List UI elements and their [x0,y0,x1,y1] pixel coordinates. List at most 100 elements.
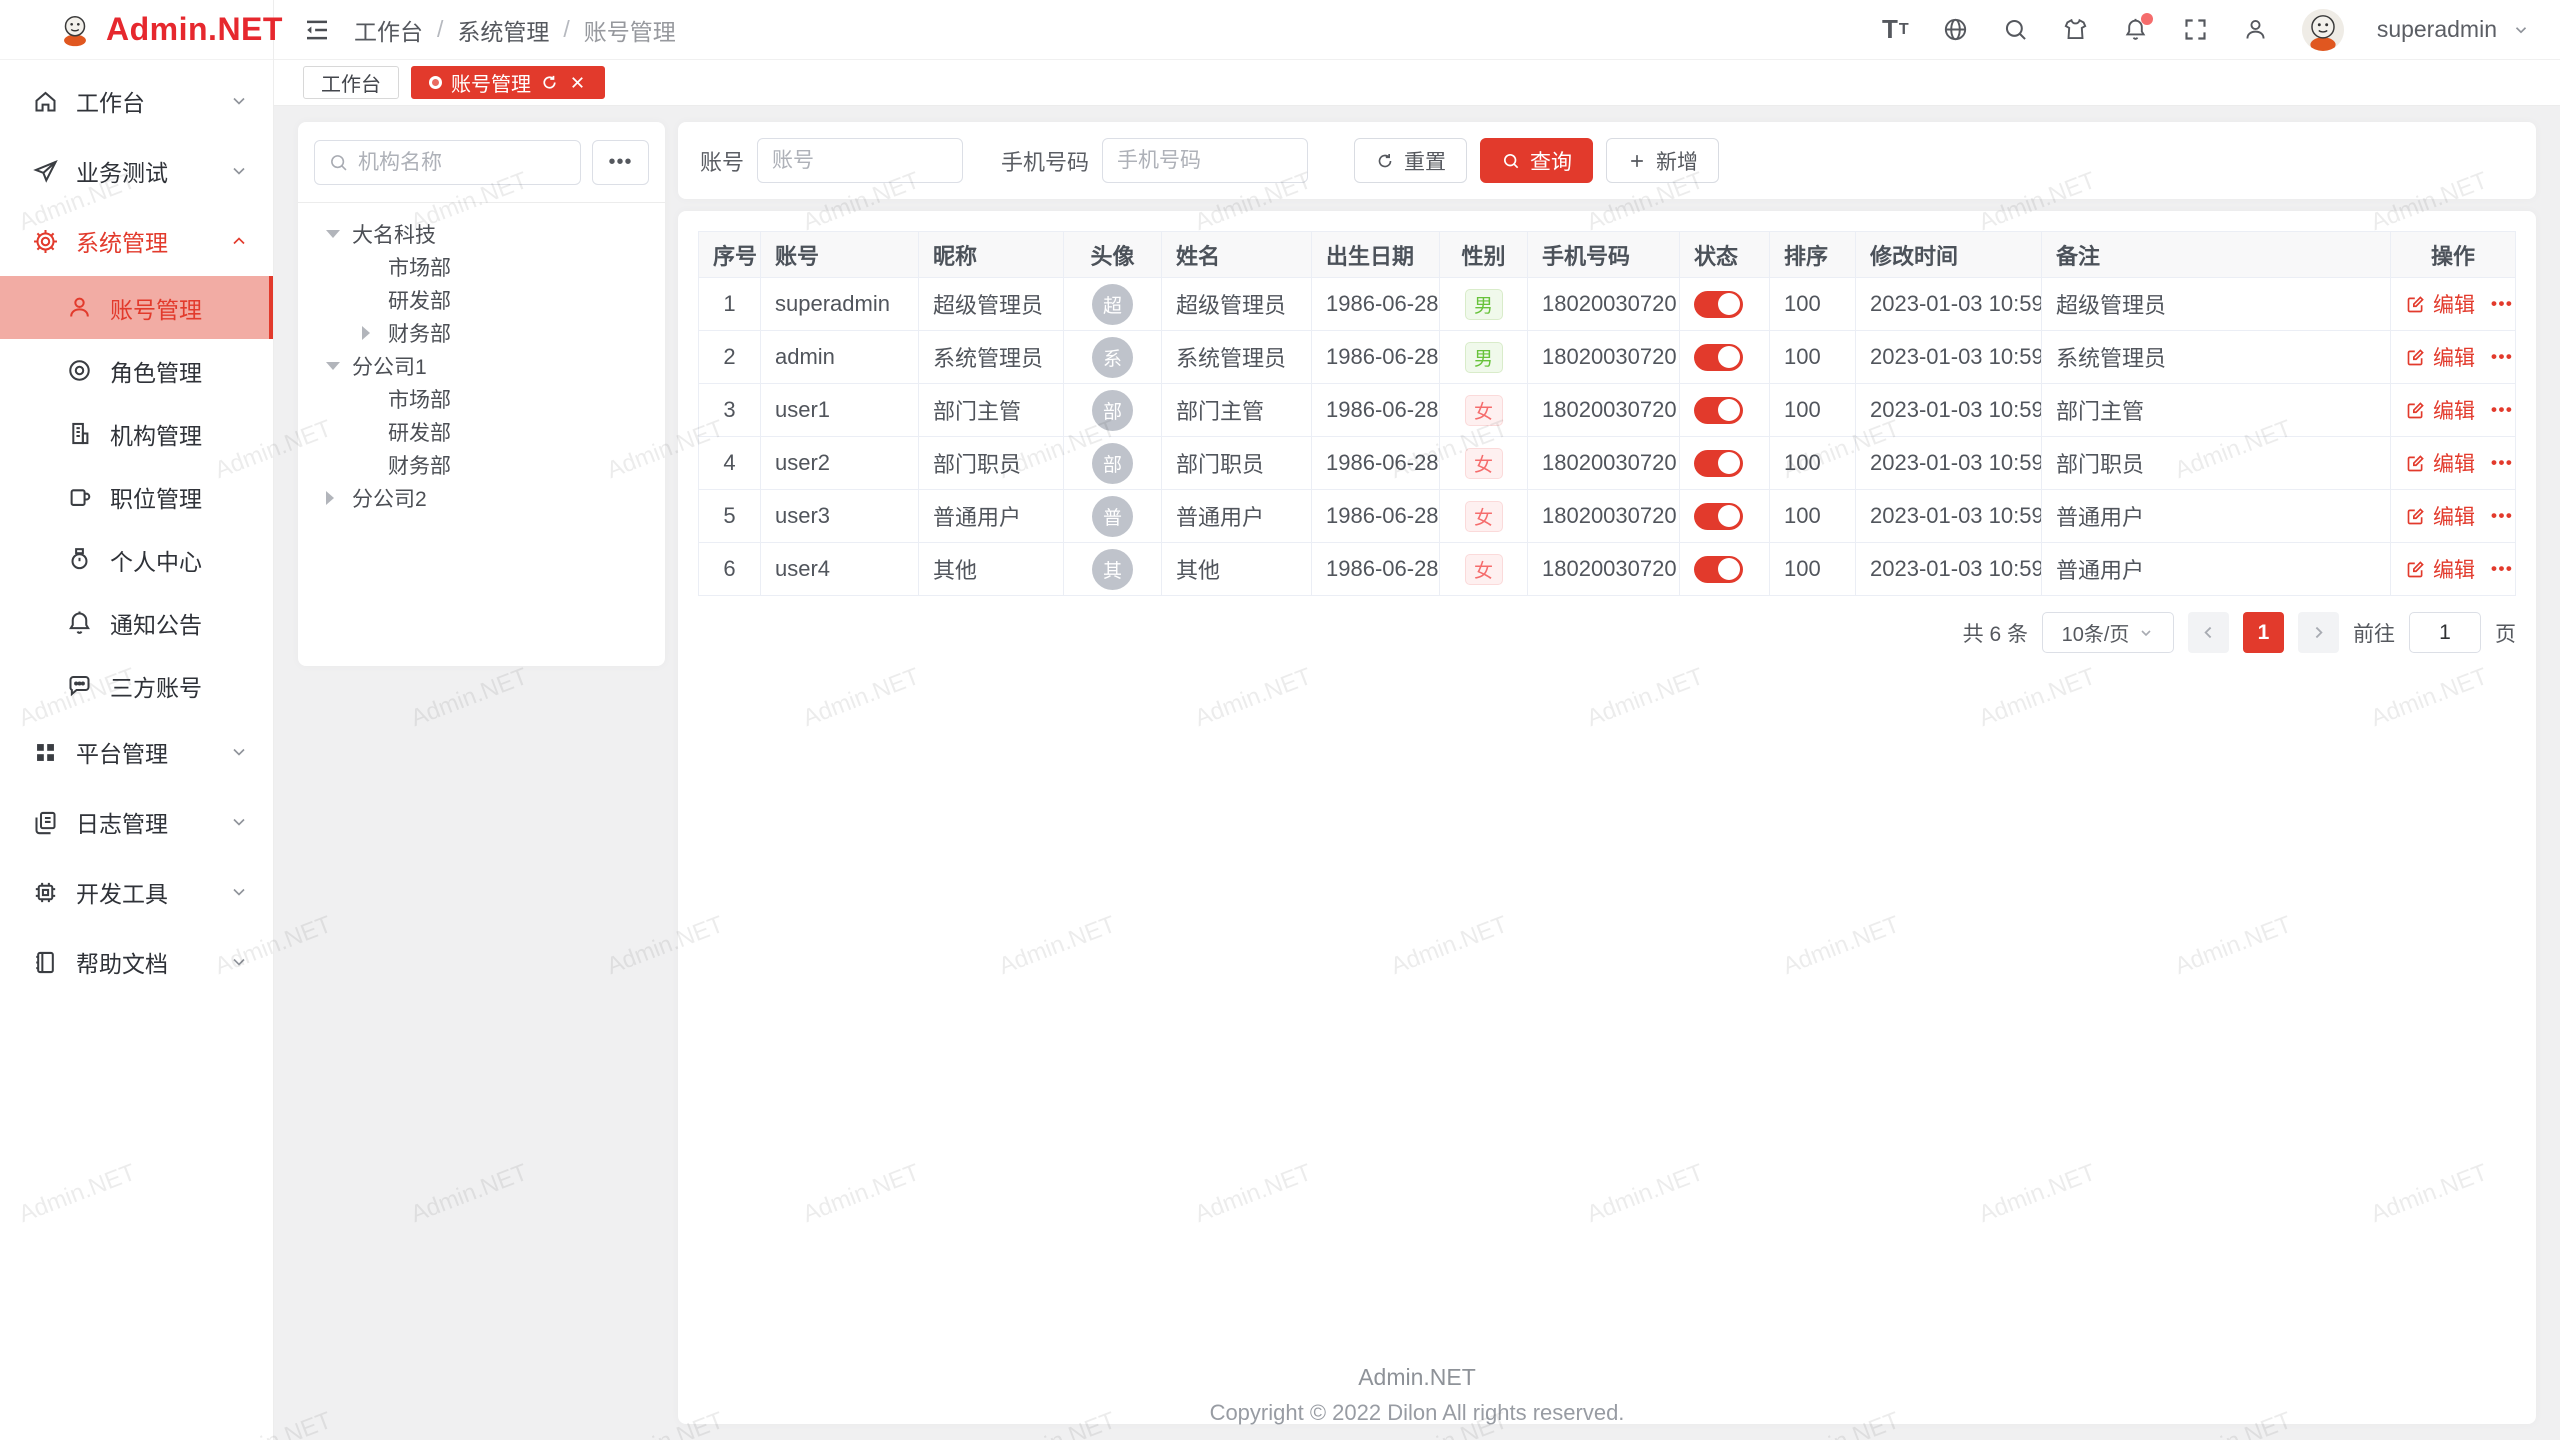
tree-node[interactable]: 研发部 [314,415,649,448]
sidebar-item-role-mgmt[interactable]: 角色管理 [0,339,273,402]
tree-node[interactable]: 财务部 [314,316,649,349]
fullscreen-icon[interactable] [2182,16,2209,43]
edit-icon [2405,347,2426,368]
status-toggle[interactable] [1694,450,1743,477]
sidebar-item-account-mgmt[interactable]: 账号管理 [0,276,273,339]
caret-right-icon[interactable] [362,326,388,340]
close-icon[interactable] [568,73,587,92]
chevron-down-icon[interactable] [2512,21,2530,39]
search-icon[interactable] [2002,16,2029,43]
next-page-button[interactable] [2298,612,2339,653]
edit-button[interactable]: 编辑 [2405,395,2475,425]
add-button[interactable]: 新增 [1606,138,1719,183]
tree-node[interactable]: 财务部 [314,448,649,481]
theme-icon[interactable] [2062,16,2089,43]
edit-button[interactable]: 编辑 [2405,342,2475,372]
status-toggle[interactable] [1694,344,1743,371]
goto-page-input[interactable] [2409,612,2481,653]
tab-account-mgmt[interactable]: 账号管理 [411,66,605,99]
status-toggle[interactable] [1694,503,1743,530]
sidebar-item-workbench[interactable]: 工作台 [0,66,273,136]
mascot-icon [56,11,94,49]
font-size-icon[interactable]: TT [1882,16,1909,43]
menu-fold-icon[interactable] [302,15,332,45]
current-page-button[interactable]: 1 [2243,612,2284,653]
cell-name: 普通用户 [1162,490,1312,543]
edit-label: 编辑 [2433,501,2475,531]
row-more-button[interactable]: ••• [2491,506,2513,525]
status-toggle[interactable] [1694,556,1743,583]
breadcrumb: 工作台 / 系统管理 / 账号管理 [354,13,676,47]
cell-modified: 2023-01-03 10:59:44 [1856,384,2042,437]
edit-button[interactable]: 编辑 [2405,554,2475,584]
column-header-status: 状态 [1680,232,1770,278]
person-icon[interactable] [2242,16,2269,43]
building-icon [66,420,93,447]
sidebar-item-system-mgmt[interactable]: 系统管理 [0,206,273,276]
edit-button[interactable]: 编辑 [2405,501,2475,531]
sidebar-item-label: 日志管理 [76,805,229,839]
sidebar-item-help-docs[interactable]: 帮助文档 [0,927,273,997]
row-more-button[interactable]: ••• [2491,453,2513,472]
refresh-icon[interactable] [540,73,559,92]
caret-down-icon[interactable] [326,362,352,370]
cell-status [1680,543,1770,596]
sidebar-item-platform-mgmt[interactable]: 平台管理 [0,717,273,787]
role-icon [66,357,93,384]
tab-workbench[interactable]: 工作台 [303,66,399,99]
tree-node[interactable]: 市场部 [314,382,649,415]
caret-down-icon[interactable] [326,230,352,238]
gender-tag: 女 [1465,554,1503,585]
tree-node-label: 市场部 [388,384,451,414]
breadcrumb-item[interactable]: 系统管理 [457,13,549,47]
status-toggle[interactable] [1694,291,1743,318]
status-toggle[interactable] [1694,397,1743,424]
tree-node[interactable]: 市场部 [314,250,649,283]
cell-no: 6 [699,543,761,596]
row-more-button[interactable]: ••• [2491,347,2513,366]
row-more-button[interactable]: ••• [2491,400,2513,419]
sidebar-item-third-party[interactable]: 三方账号 [0,654,273,717]
cell-status [1680,490,1770,543]
edit-button[interactable]: 编辑 [2405,448,2475,478]
sidebar-item-position-mgmt[interactable]: 职位管理 [0,465,273,528]
prev-page-button[interactable] [2188,612,2229,653]
sidebar-item-label: 系统管理 [76,224,229,258]
breadcrumb-item[interactable]: 工作台 [354,13,423,47]
page-size-select[interactable]: 10条/页 [2042,612,2174,653]
caret-right-icon[interactable] [326,491,352,505]
notification-icon[interactable] [2122,16,2149,43]
username[interactable]: superadmin [2377,16,2497,43]
language-icon[interactable] [1942,16,1969,43]
row-more-button[interactable]: ••• [2491,294,2513,313]
sidebar-item-dev-tools[interactable]: 开发工具 [0,857,273,927]
edit-button[interactable]: 编辑 [2405,289,2475,319]
account-input[interactable] [757,138,963,183]
tree-node[interactable]: 分公司2 [314,481,649,514]
cell-nickname: 系统管理员 [919,331,1064,384]
sidebar-item-org-mgmt[interactable]: 机构管理 [0,402,273,465]
sidebar-item-log-mgmt[interactable]: 日志管理 [0,787,273,857]
row-more-button[interactable]: ••• [2491,559,2513,578]
tree-node[interactable]: 大名科技 [314,217,649,250]
sidebar-item-notice[interactable]: 通知公告 [0,591,273,654]
user-avatar[interactable] [2302,9,2344,51]
tree-node[interactable]: 研发部 [314,283,649,316]
book-icon [32,949,59,976]
reset-button[interactable]: 重置 [1354,138,1467,183]
cell-ops: 编辑 ••• [2391,437,2516,490]
sidebar-item-label: 机构管理 [110,417,249,451]
cell-gender: 女 [1440,543,1528,596]
sidebar-item-profile-center[interactable]: 个人中心 [0,528,273,591]
tree-node[interactable]: 分公司1 [314,349,649,382]
toggle-knob [1718,505,1740,527]
column-header-avatar: 头像 [1064,232,1162,278]
phone-input[interactable] [1102,138,1308,183]
org-more-button[interactable]: ••• [592,140,649,185]
edit-label: 编辑 [2433,448,2475,478]
toggle-knob [1718,399,1740,421]
search-icon [328,152,349,173]
search-button[interactable]: 查询 [1480,138,1593,183]
sidebar-item-business-test[interactable]: 业务测试 [0,136,273,206]
org-search-input[interactable] [358,151,567,175]
